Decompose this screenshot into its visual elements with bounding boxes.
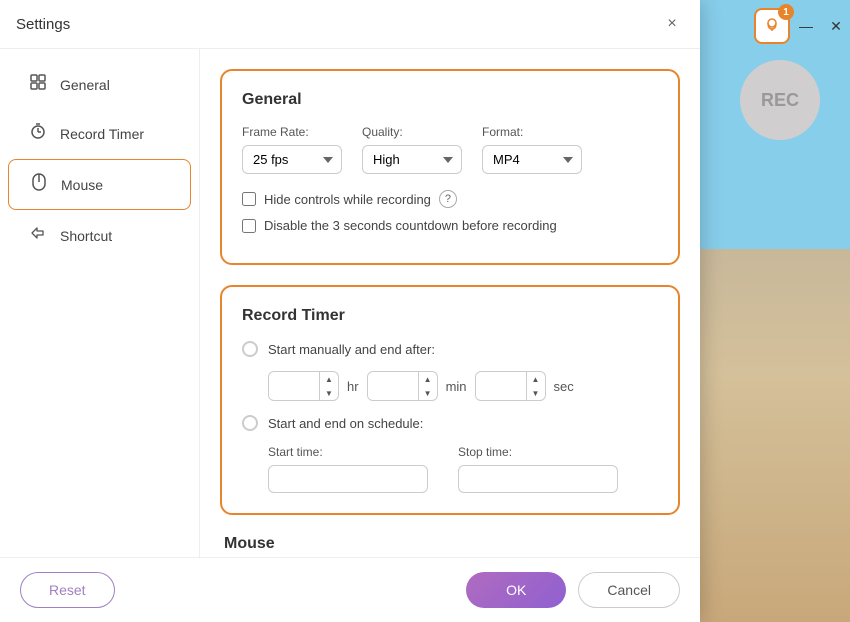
- dialog-title: Settings: [16, 16, 70, 33]
- start-time-label: Start time:: [268, 445, 428, 459]
- minutes-input[interactable]: 0: [368, 374, 418, 399]
- seconds-input[interactable]: 0: [476, 374, 526, 399]
- window-close-button[interactable]: ✕: [822, 12, 850, 40]
- dialog-titlebar: Settings ×: [0, 0, 700, 49]
- schedule-option: Start and end on schedule:: [242, 415, 658, 431]
- manual-option-label: Start manually and end after:: [268, 342, 435, 357]
- frame-rate-select[interactable]: 15 fps 20 fps 25 fps 30 fps 60 fps: [242, 145, 342, 174]
- top-right-controls: 1 — ✕: [754, 8, 850, 44]
- sidebar-item-shortcut[interactable]: Shortcut: [8, 212, 191, 259]
- general-form-row: Frame Rate: 15 fps 20 fps 25 fps 30 fps …: [242, 125, 658, 174]
- cancel-button[interactable]: Cancel: [578, 572, 680, 608]
- general-icon: [28, 73, 48, 96]
- hours-input[interactable]: 1: [269, 374, 319, 399]
- content-area: General Frame Rate: 15 fps 20 fps 25 fps…: [200, 49, 700, 557]
- sidebar-label-general: General: [60, 77, 110, 93]
- sidebar-item-mouse[interactable]: Mouse: [8, 159, 191, 210]
- sidebar-item-record-timer[interactable]: Record Timer: [8, 110, 191, 157]
- seconds-spinners: ▲ ▼: [526, 372, 545, 400]
- sidebar-label-mouse: Mouse: [61, 177, 103, 193]
- seconds-field: 0 ▲ ▼: [475, 371, 546, 401]
- frame-rate-label: Frame Rate:: [242, 125, 342, 139]
- help-icon[interactable]: ?: [439, 190, 457, 208]
- rec-button[interactable]: REC: [740, 60, 820, 140]
- record-timer-section-card: Record Timer Start manually and end afte…: [220, 285, 680, 515]
- stop-time-input[interactable]: 06/22/2022 17:57:26: [458, 465, 618, 493]
- timer-inputs-row: 1 ▲ ▼ hr 0 ▲ ▼ min: [268, 371, 658, 401]
- stop-time-label: Stop time:: [458, 445, 618, 459]
- schedule-option-label: Start and end on schedule:: [268, 416, 423, 431]
- sidebar-label-record-timer: Record Timer: [60, 126, 144, 142]
- start-time-input[interactable]: 06/22/2022 16:57:26: [268, 465, 428, 493]
- hours-spinners: ▲ ▼: [319, 372, 338, 400]
- manual-radio[interactable]: [242, 341, 258, 357]
- stop-time-group: Stop time: 06/22/2022 17:57:26: [458, 445, 618, 493]
- disable-countdown-row: Disable the 3 seconds countdown before r…: [242, 218, 658, 233]
- sidebar-item-general[interactable]: General: [8, 61, 191, 108]
- shortcut-icon: [28, 224, 48, 247]
- quality-label: Quality:: [362, 125, 462, 139]
- sec-label: sec: [554, 379, 574, 394]
- format-group: Format: MP4 AVI MOV GIF: [482, 125, 582, 174]
- minutes-down[interactable]: ▼: [419, 386, 437, 400]
- mouse-icon: [29, 172, 49, 197]
- frame-rate-group: Frame Rate: 15 fps 20 fps 25 fps 30 fps …: [242, 125, 342, 174]
- minutes-up[interactable]: ▲: [419, 372, 437, 386]
- hide-controls-label: Hide controls while recording: [264, 192, 431, 207]
- dialog-body: General Record Timer: [0, 49, 700, 557]
- min-label: min: [446, 379, 467, 394]
- record-timer-section-title: Record Timer: [242, 307, 658, 325]
- quality-select[interactable]: Low Medium High Lossless: [362, 145, 462, 174]
- footer-right-buttons: OK Cancel: [466, 572, 680, 608]
- hours-down[interactable]: ▼: [320, 386, 338, 400]
- mouse-section-title: Mouse: [220, 535, 680, 553]
- dialog-footer: Reset OK Cancel: [0, 557, 700, 622]
- schedule-radio[interactable]: [242, 415, 258, 431]
- hide-controls-checkbox[interactable]: [242, 192, 256, 206]
- hide-controls-row: Hide controls while recording ?: [242, 190, 658, 208]
- disable-countdown-checkbox[interactable]: [242, 219, 256, 233]
- manual-timer-option: Start manually and end after:: [242, 341, 658, 357]
- hours-field: 1 ▲ ▼: [268, 371, 339, 401]
- disable-countdown-label: Disable the 3 seconds countdown before r…: [264, 218, 557, 233]
- minutes-spinners: ▲ ▼: [418, 372, 437, 400]
- sidebar: General Record Timer: [0, 49, 200, 557]
- settings-dialog: Settings × General: [0, 0, 700, 622]
- format-select[interactable]: MP4 AVI MOV GIF: [482, 145, 582, 174]
- seconds-down[interactable]: ▼: [527, 386, 545, 400]
- format-label: Format:: [482, 125, 582, 139]
- ok-button[interactable]: OK: [466, 572, 566, 608]
- sidebar-label-shortcut: Shortcut: [60, 228, 112, 244]
- hours-up[interactable]: ▲: [320, 372, 338, 386]
- minimize-button[interactable]: —: [792, 12, 820, 40]
- dialog-close-button[interactable]: ×: [660, 12, 684, 36]
- notification-badge: 1: [778, 4, 794, 20]
- reset-button[interactable]: Reset: [20, 572, 115, 608]
- start-time-group: Start time: 06/22/2022 16:57:26: [268, 445, 428, 493]
- record-timer-icon: [28, 122, 48, 145]
- quality-group: Quality: Low Medium High Lossless: [362, 125, 462, 174]
- schedule-inputs: Start time: 06/22/2022 16:57:26 Stop tim…: [268, 445, 658, 493]
- seconds-up[interactable]: ▲: [527, 372, 545, 386]
- general-section-title: General: [242, 91, 658, 109]
- hr-label: hr: [347, 379, 359, 394]
- minutes-field: 0 ▲ ▼: [367, 371, 438, 401]
- notification-button[interactable]: 1: [754, 8, 790, 44]
- general-section-card: General Frame Rate: 15 fps 20 fps 25 fps…: [220, 69, 680, 265]
